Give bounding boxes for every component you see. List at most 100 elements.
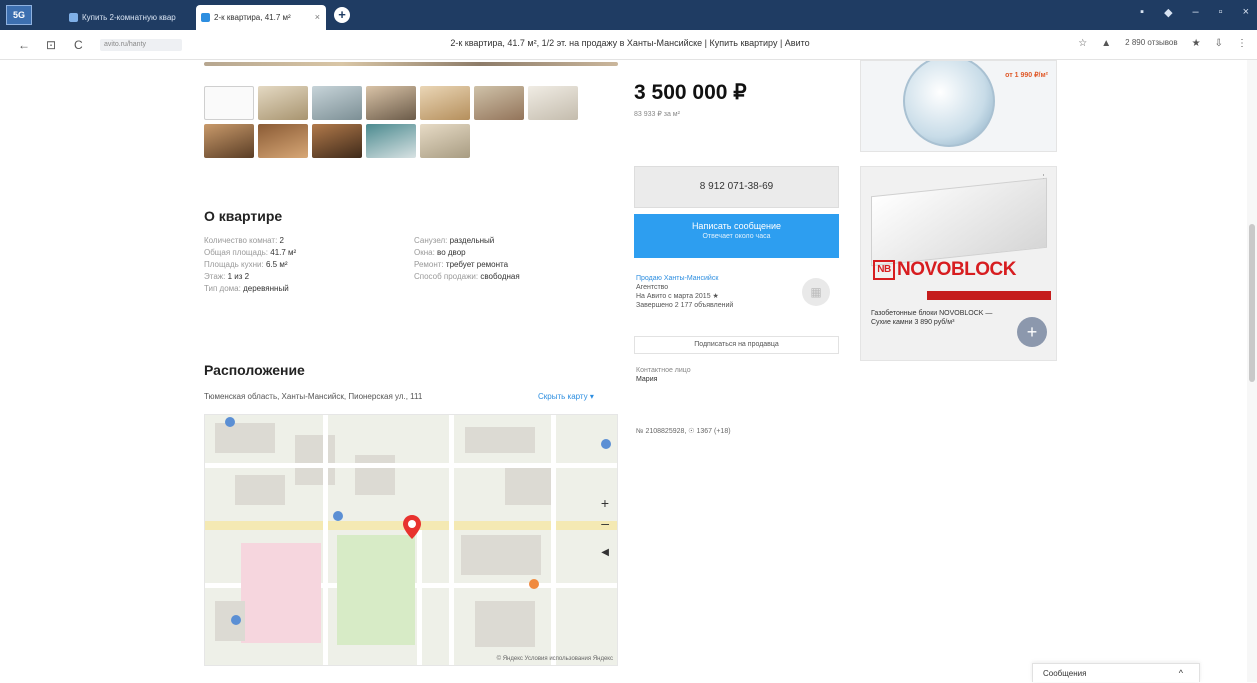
response-time: Отвечает около часа xyxy=(702,233,771,240)
tab-label: 2-к квартира, 41.7 м² xyxy=(214,13,291,22)
ad-price-tag: от 1 990 ₽/м² xyxy=(1005,72,1048,79)
param-value: во двор xyxy=(437,248,466,257)
window-controls: ▪ ◆ – ▫ × xyxy=(1140,6,1249,19)
extension-icon[interactable]: ▲ xyxy=(1101,38,1111,49)
photo-gallery-strip[interactable] xyxy=(204,62,618,66)
subscribe-seller-button[interactable]: Подписаться на продавца xyxy=(634,336,839,354)
block-image xyxy=(871,177,1047,267)
param-key: Окна: xyxy=(414,248,435,257)
photo-thumbnails xyxy=(204,86,624,158)
price-per-meter: 83 933 ₽ за м² xyxy=(634,111,680,118)
thumbnail[interactable] xyxy=(312,86,362,120)
scrollbar-thumb[interactable] xyxy=(1249,224,1255,382)
page-title[interactable]: 2-к квартира, 41.7 м², 1/2 эт. на продаж… xyxy=(280,38,980,48)
thumbnail[interactable] xyxy=(528,86,578,120)
location-pin-icon[interactable] xyxy=(403,515,421,539)
address-bar: ← ⊡ C avito.ru/hanty 2-к квартира, 41.7 … xyxy=(0,30,1257,60)
aquarium-image xyxy=(903,61,995,147)
thumbnail[interactable] xyxy=(474,86,524,120)
param-value: 1 из 2 xyxy=(227,272,250,281)
star-icon[interactable]: ☆ xyxy=(1078,38,1087,49)
bookmark-icon[interactable]: ★ xyxy=(1192,38,1201,49)
param-value: 6.5 м² xyxy=(265,260,288,269)
ad-number: № 2108825928, ☉ 1367 (+18) xyxy=(636,428,731,435)
thumbnail[interactable] xyxy=(258,124,308,158)
param-value: деревянный xyxy=(243,284,289,293)
thumbnail[interactable] xyxy=(420,86,470,120)
param-sale-type: Способ продажи: свободная xyxy=(414,272,604,281)
write-message-button[interactable]: Написать сообщение Отвечает около часа xyxy=(634,214,839,258)
ad-banner-novoblock[interactable]: ⋮ NBNOVOBLOCK Газобетонные блоки NOVOBLO… xyxy=(860,166,1057,361)
address-text: Тюменская область, Ханты-Мансийск, Пионе… xyxy=(204,392,423,401)
maximize-icon[interactable]: ▫ xyxy=(1219,6,1223,19)
poi-icon[interactable] xyxy=(529,579,539,589)
bus-stop-icon[interactable] xyxy=(333,511,343,521)
ad-brand: NB NOVOBLOCK xyxy=(873,259,1017,281)
param-value: свободная xyxy=(480,272,520,281)
chevron-up-icon[interactable]: ^ xyxy=(1179,664,1183,683)
tab-listing[interactable]: 2-к квартира, 41.7 м² × xyxy=(196,5,326,30)
extension-label[interactable]: 2 890 отзывов xyxy=(1125,38,1177,49)
new-tab-button[interactable]: + xyxy=(334,7,350,23)
close-window-icon[interactable]: × xyxy=(1243,6,1249,19)
thumbnail-floorplan[interactable] xyxy=(204,86,254,120)
param-value: требует ремонта xyxy=(445,260,509,269)
show-phone-button[interactable]: 8 912 071-38-69 xyxy=(634,166,839,208)
reload-icon[interactable]: C xyxy=(74,38,83,52)
param-key: Тип дома: xyxy=(204,284,241,293)
thumbnail[interactable] xyxy=(258,86,308,120)
param-key: Ремонт: xyxy=(414,260,444,269)
thumbnail[interactable] xyxy=(420,124,470,158)
price: 3 500 000 ₽ xyxy=(634,81,747,104)
geolocation-icon[interactable]: ◀ xyxy=(601,547,609,558)
forward-icon[interactable]: ⊡ xyxy=(46,38,56,52)
poi-icon[interactable] xyxy=(601,439,611,449)
ad-plus-button[interactable]: + xyxy=(1017,317,1047,347)
param-key: Способ продажи: xyxy=(414,272,479,281)
param-key: Площадь кухни: xyxy=(204,260,264,269)
settings-icon[interactable]: ◆ xyxy=(1164,6,1172,19)
ad-description: Газобетонные блоки NOVOBLOCK — Сухие кам… xyxy=(871,310,993,326)
param-key: Количество комнат: xyxy=(204,236,278,245)
param-repair: Ремонт: требует ремонта xyxy=(414,260,604,269)
poi-icon[interactable] xyxy=(225,417,235,427)
url-chip[interactable]: avito.ru/hanty xyxy=(100,39,182,51)
zoom-in-icon[interactable]: + xyxy=(601,495,609,511)
menu-icon[interactable]: ⋮ xyxy=(1237,38,1247,49)
toggle-map-link[interactable]: Скрыть карту ▾ xyxy=(538,392,594,401)
tab-search[interactable]: Купить 2-комнатную квар xyxy=(64,5,194,30)
browser-logo[interactable]: 5G xyxy=(6,5,32,25)
thumbnail[interactable] xyxy=(366,86,416,120)
ad-red-strip xyxy=(927,291,1051,300)
contact-person: Контактное лицо Мария xyxy=(636,366,691,384)
ad-banner-aquarium[interactable]: от 1 990 ₽/м² xyxy=(860,60,1057,152)
messages-panel[interactable]: Сообщения ^ xyxy=(1032,663,1200,682)
thumbnail[interactable] xyxy=(366,124,416,158)
tab-label: Купить 2-комнатную квар xyxy=(82,13,176,22)
thumbnail[interactable] xyxy=(204,124,254,158)
seller-avatar-icon[interactable]: ▦ xyxy=(802,278,830,306)
contact-person-name: Мария xyxy=(636,376,658,383)
param-kitchen: Площадь кухни: 6.5 м² xyxy=(204,260,414,269)
address-bar-tools: ☆ ▲ 2 890 отзывов ★ ⇩ ⋮ xyxy=(1078,38,1247,49)
map-attribution: © Яндекс Условия использования Яндекс xyxy=(496,656,613,662)
about-title: О квартире xyxy=(204,208,283,224)
zoom-out-icon[interactable]: – xyxy=(601,515,609,531)
page-scrollbar[interactable] xyxy=(1247,60,1257,682)
thumbnail[interactable] xyxy=(312,124,362,158)
param-area: Общая площадь: 41.7 м² xyxy=(204,248,414,257)
location-title: Расположение xyxy=(204,362,305,378)
apartment-params: Количество комнат: 2 Санузел: раздельный… xyxy=(204,236,604,293)
poi-icon[interactable] xyxy=(231,615,241,625)
browser-tab-bar: 5G Купить 2-комнатную квар 2-к квартира,… xyxy=(0,0,1257,30)
messages-label: Сообщения xyxy=(1043,669,1087,678)
param-floor: Этаж: 1 из 2 xyxy=(204,272,414,281)
minimize-icon[interactable]: – xyxy=(1193,6,1199,19)
back-icon[interactable]: ← xyxy=(18,38,30,52)
pin-icon[interactable]: ▪ xyxy=(1140,6,1144,19)
download-icon[interactable]: ⇩ xyxy=(1215,38,1223,49)
tab-close-icon[interactable]: × xyxy=(315,5,320,30)
tab-favicon-icon xyxy=(69,13,78,22)
location-map[interactable]: + – ◀ © Яндекс Условия использования Янд… xyxy=(204,414,618,666)
novoblock-logo-icon: NB xyxy=(873,260,895,280)
